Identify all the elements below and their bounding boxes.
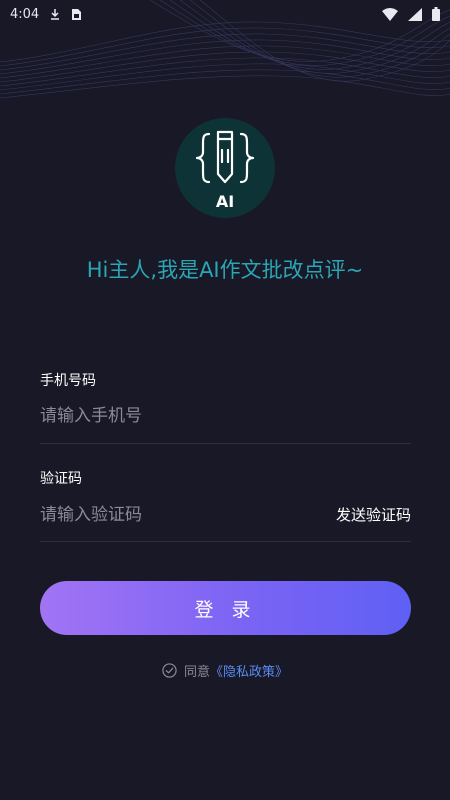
agreement-row: 同意 《隐私政策》	[0, 661, 450, 680]
phone-label: 手机号码	[40, 373, 96, 389]
logo-text: AI	[216, 192, 234, 211]
agree-checkbox-icon[interactable]	[162, 663, 177, 678]
privacy-policy-link[interactable]: 《隐私政策》	[210, 661, 288, 680]
signal-icon	[408, 7, 422, 21]
status-bar: 4:04	[0, 0, 450, 28]
login-button[interactable]: 登 录	[40, 581, 411, 635]
code-label: 验证码	[40, 471, 82, 487]
battery-icon	[432, 7, 440, 21]
download-icon	[51, 9, 60, 20]
phone-divider	[40, 443, 411, 444]
login-screen: 4:04 AI Hi主人,我是AI作文批改点评~ 手机号码 请输入手机号 验证码…	[0, 0, 450, 800]
code-input[interactable]	[40, 501, 290, 529]
agreement-prefix: 同意	[183, 665, 210, 680]
app-logo: AI	[175, 118, 275, 218]
greeting-text: Hi主人,我是AI作文批改点评~	[86, 258, 364, 282]
code-divider	[40, 541, 411, 542]
sim-card-icon	[72, 8, 82, 20]
phone-input[interactable]	[40, 402, 300, 430]
pen-braces-icon: AI	[195, 130, 255, 211]
status-time: 4:04	[10, 6, 40, 22]
wifi-icon	[382, 7, 398, 21]
send-code-button[interactable]: 发送验证码	[310, 504, 411, 525]
